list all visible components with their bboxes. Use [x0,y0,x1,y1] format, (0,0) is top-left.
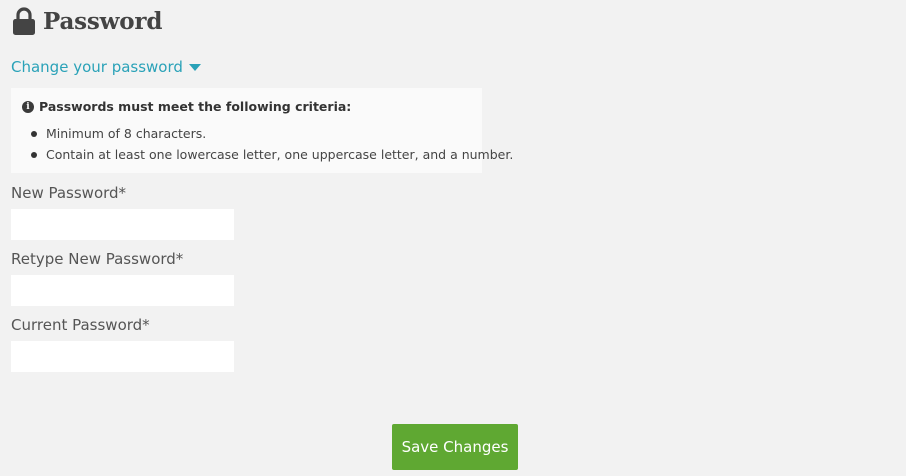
change-password-toggle[interactable]: Change your password [11,58,201,76]
lock-icon [13,7,35,35]
page-header: Password [12,6,162,36]
new-password-input[interactable] [11,209,234,240]
criteria-heading: i Passwords must meet the following crit… [22,99,351,114]
criteria-item: Minimum of 8 characters. [30,124,513,145]
current-password-label: Current Password* [11,316,150,334]
retype-password-input[interactable] [11,275,234,306]
criteria-heading-text: Passwords must meet the following criter… [39,99,352,114]
retype-password-label: Retype New Password* [11,250,184,268]
caret-down-icon[interactable] [188,64,201,71]
new-password-label: New Password* [11,184,127,202]
criteria-item: Contain at least one lowercase letter, o… [30,145,513,166]
password-criteria-panel: i Passwords must meet the following crit… [11,88,513,173]
change-password-link[interactable]: Change your password [11,58,183,76]
criteria-list: Minimum of 8 characters. Contain at leas… [30,124,513,165]
current-password-input[interactable] [11,341,234,372]
info-icon: i [22,100,34,113]
page-title: Password [43,7,163,35]
save-changes-button[interactable]: Save Changes [392,424,518,470]
